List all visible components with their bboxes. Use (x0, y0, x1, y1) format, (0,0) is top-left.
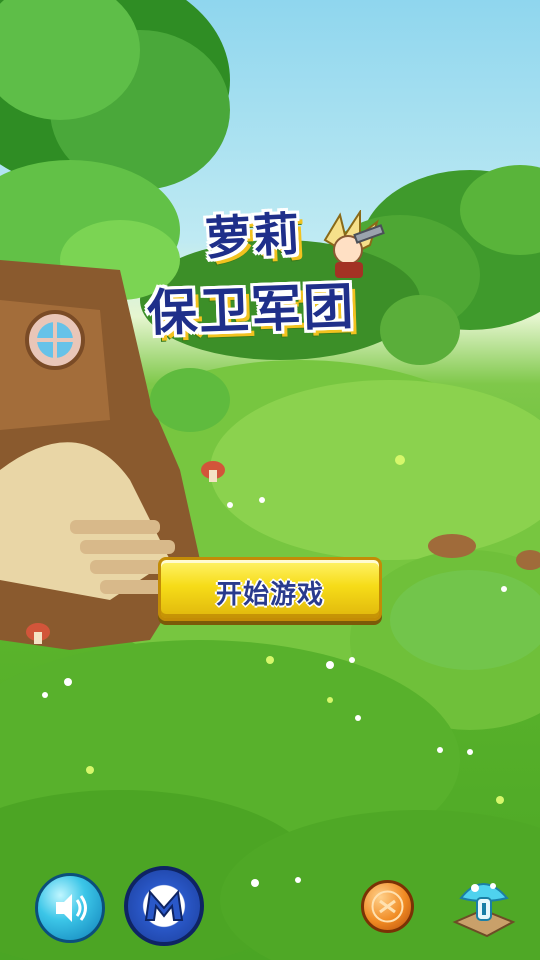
m-logo-icon (144, 889, 184, 921)
sound-toggle-button[interactable] (35, 873, 105, 943)
game-main-menu: 萝莉 保卫军团 开始游戏 (0, 0, 540, 960)
forest-background (0, 0, 540, 960)
more-games-button[interactable] (124, 866, 204, 946)
info-button[interactable] (447, 870, 519, 940)
coin-icon (371, 890, 404, 923)
coin-shop-button[interactable] (361, 880, 414, 933)
hero-character-icon (323, 210, 385, 278)
game-title-logo: 萝莉 保卫军团 (145, 190, 385, 350)
title-line-1: 萝莉 (203, 206, 303, 266)
start-game-button[interactable]: 开始游戏 (158, 557, 382, 621)
start-game-label: 开始游戏 (215, 580, 324, 610)
info-mushroom-icon (452, 883, 516, 938)
speaker-icon (56, 894, 87, 922)
